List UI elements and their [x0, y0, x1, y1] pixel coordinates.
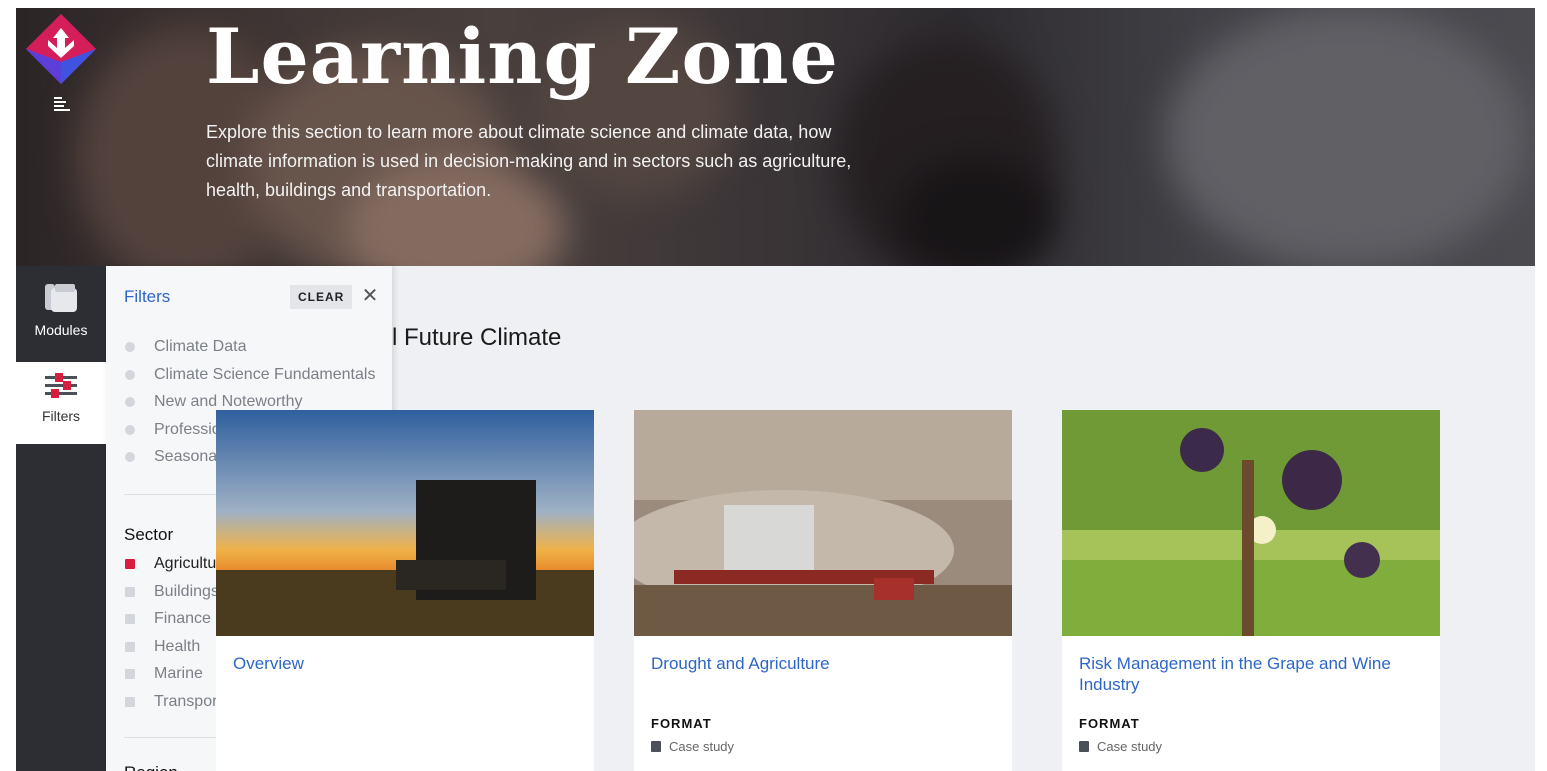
format-value: Case study — [1079, 739, 1162, 754]
section-heading: l Future Climate — [392, 324, 562, 351]
module-card[interactable]: Drought and Agriculture FORMAT Case stud… — [634, 410, 1012, 771]
menu-icon[interactable] — [52, 94, 72, 114]
book-icon — [651, 741, 661, 752]
card-title[interactable]: Overview — [233, 653, 583, 674]
checkbox-icon — [125, 669, 135, 679]
format-label: FORMAT — [651, 716, 712, 731]
checkbox-icon — [125, 641, 135, 652]
sidenav-item-label: Modules — [34, 322, 88, 338]
radio-dot-icon — [125, 424, 135, 435]
page-frame: Learning Zone Explore this section to le… — [16, 8, 1535, 771]
module-card[interactable]: Risk Management in the Grape and Wine In… — [1062, 410, 1440, 771]
sliders-icon — [45, 373, 77, 398]
side-nav: Modules Filters — [16, 266, 106, 771]
region-heading: Region — [124, 763, 178, 771]
checkbox-icon — [125, 586, 135, 597]
page-title: Learning Zone — [206, 12, 839, 101]
format-label: FORMAT — [1079, 716, 1140, 731]
card-title[interactable]: Drought and Agriculture — [651, 653, 1001, 674]
radio-dot-icon — [125, 342, 135, 352]
site-logo[interactable] — [24, 12, 98, 86]
hero-description: Explore this section to learn more about… — [206, 122, 852, 200]
hero-banner: Learning Zone Explore this section to le… — [16, 8, 1535, 266]
modules-icon — [45, 284, 77, 312]
card-image — [216, 410, 594, 636]
left-rail: Modules Filters — [16, 8, 106, 771]
format-value: Case study — [651, 739, 734, 754]
checkbox-checked-icon — [125, 559, 135, 569]
clear-filters-button[interactable]: CLEAR — [290, 285, 353, 309]
filters-header: Filters CLEAR ✕ — [106, 266, 392, 328]
filters-title: Filters — [124, 287, 171, 306]
card-image — [634, 410, 1012, 636]
radio-dot-icon — [125, 397, 135, 407]
radio-dot-icon — [125, 369, 135, 380]
filter-option[interactable]: Climate Data — [124, 335, 375, 363]
sidenav-item-modules[interactable]: Modules — [16, 280, 106, 360]
card-title[interactable]: Risk Management in the Grape and Wine In… — [1079, 653, 1429, 695]
checkbox-icon — [125, 696, 135, 707]
card-image — [1062, 410, 1440, 636]
radio-dot-icon — [125, 452, 135, 462]
sidenav-item-filters[interactable]: Filters — [16, 362, 106, 444]
checkbox-icon — [125, 614, 135, 624]
sector-heading: Sector — [124, 525, 174, 544]
close-icon[interactable]: ✕ — [358, 284, 382, 308]
sidenav-item-label: Filters — [41, 408, 81, 424]
module-card[interactable]: Overview — [216, 410, 594, 771]
book-icon — [1079, 741, 1089, 752]
filter-option[interactable]: Climate Science Fundamentals — [124, 363, 375, 391]
